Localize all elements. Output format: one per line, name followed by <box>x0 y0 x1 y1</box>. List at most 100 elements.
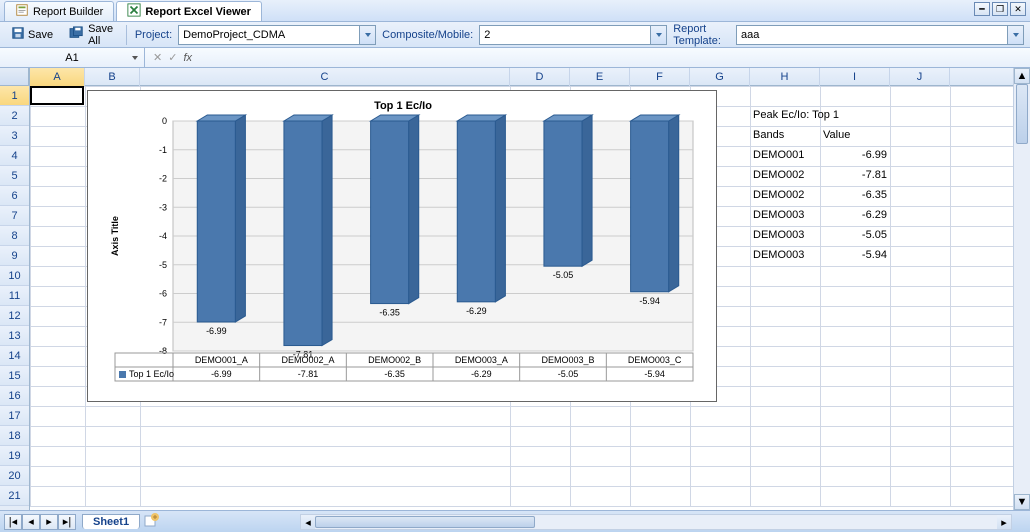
dropdown-arrow-icon[interactable] <box>650 26 666 44</box>
formula-input[interactable] <box>198 51 1030 65</box>
svg-text:-6: -6 <box>159 289 167 299</box>
svg-text:-3: -3 <box>159 202 167 212</box>
svg-text:0: 0 <box>162 116 167 126</box>
column-header[interactable]: G <box>690 68 750 86</box>
svg-text:DEMO002_A: DEMO002_A <box>281 355 334 365</box>
template-combo[interactable] <box>736 25 1024 45</box>
column-header[interactable]: H <box>750 68 820 86</box>
scroll-thumb[interactable] <box>315 516 535 528</box>
template-input[interactable] <box>737 26 1007 44</box>
row-header[interactable]: 12 <box>0 306 29 326</box>
column-headers: ABCDEFGHIJ <box>30 68 1013 86</box>
scroll-right-button[interactable]: ▸ <box>997 515 1011 529</box>
cell-value: -7.81 <box>823 169 887 181</box>
dropdown-arrow-icon[interactable] <box>1007 26 1023 44</box>
select-all-corner[interactable] <box>0 68 29 86</box>
column-header[interactable]: I <box>820 68 890 86</box>
horizontal-scrollbar[interactable]: ◂ ▸ <box>300 514 1012 530</box>
svg-text:DEMO002_B: DEMO002_B <box>368 355 421 365</box>
cancel-icon[interactable]: ✕ <box>153 51 162 64</box>
minimize-button[interactable]: ━ <box>974 2 990 16</box>
row-header[interactable]: 5 <box>0 166 29 186</box>
sheet-next-button[interactable]: ▸ <box>40 514 58 530</box>
row-header[interactable]: 17 <box>0 406 29 426</box>
insert-sheet-icon[interactable] <box>144 513 160 530</box>
scroll-up-button[interactable]: ▲ <box>1014 68 1030 84</box>
name-box[interactable]: A1 <box>0 48 145 67</box>
dropdown-arrow-icon[interactable] <box>359 26 375 44</box>
save-icon <box>11 26 25 43</box>
column-header[interactable]: C <box>140 68 510 86</box>
row-header[interactable]: 15 <box>0 366 29 386</box>
save-all-button[interactable]: Save All <box>64 20 118 50</box>
column-header[interactable]: A <box>30 68 85 86</box>
embedded-chart[interactable]: Top 1 Ec/Io0-1-2-3-4-5-6-7-8Axis Title-6… <box>87 90 717 402</box>
row-header[interactable]: 6 <box>0 186 29 206</box>
save-all-label: Save All <box>88 23 113 47</box>
sheet-tab[interactable]: Sheet1 <box>82 514 140 529</box>
status-bar: |◂ ◂ ▸ ▸| Sheet1 ◂ ▸ <box>0 510 1030 532</box>
row-header[interactable]: 9 <box>0 246 29 266</box>
row-header[interactable]: 7 <box>0 206 29 226</box>
row-header[interactable]: 13 <box>0 326 29 346</box>
svg-text:DEMO003_B: DEMO003_B <box>541 355 594 365</box>
sheet-prev-button[interactable]: ◂ <box>22 514 40 530</box>
sheet-tab-label: Sheet1 <box>93 516 129 528</box>
row-header[interactable]: 8 <box>0 226 29 246</box>
vertical-scrollbar[interactable]: ▲ ▼ <box>1013 68 1030 510</box>
save-all-icon <box>69 26 85 43</box>
row-header[interactable]: 14 <box>0 346 29 366</box>
scroll-thumb[interactable] <box>1016 84 1028 144</box>
row-header[interactable]: 3 <box>0 126 29 146</box>
project-combo[interactable] <box>178 25 376 45</box>
row-header[interactable]: 1 <box>0 86 29 106</box>
sheet-first-button[interactable]: |◂ <box>4 514 22 530</box>
cell-value: DEMO003 <box>753 249 817 261</box>
column-header[interactable]: D <box>510 68 570 86</box>
separator <box>126 25 127 45</box>
scroll-left-button[interactable]: ◂ <box>301 515 315 529</box>
toolbar: Save Save All Project: Composite/Mobile:… <box>0 22 1030 48</box>
fx-icon[interactable]: fx <box>183 52 192 64</box>
column-header[interactable]: B <box>85 68 140 86</box>
template-label: Report Template: <box>673 23 730 47</box>
row-header[interactable]: 4 <box>0 146 29 166</box>
close-button[interactable]: ✕ <box>1010 2 1026 16</box>
svg-text:DEMO003_A: DEMO003_A <box>455 355 508 365</box>
excel-icon <box>127 3 141 20</box>
row-header[interactable]: 10 <box>0 266 29 286</box>
cell-value: -5.94 <box>823 249 887 261</box>
column-header[interactable]: F <box>630 68 690 86</box>
maximize-button[interactable]: ❐ <box>992 2 1008 16</box>
row-header[interactable]: 20 <box>0 466 29 486</box>
row-header[interactable]: 19 <box>0 446 29 466</box>
svg-text:Top 1 Ec/Io: Top 1 Ec/Io <box>129 369 174 379</box>
project-input[interactable] <box>179 26 359 44</box>
scroll-down-button[interactable]: ▼ <box>1014 494 1030 510</box>
cell-value: DEMO001 <box>753 149 817 161</box>
svg-text:-4: -4 <box>159 231 167 241</box>
enter-icon[interactable]: ✓ <box>168 51 177 64</box>
save-button[interactable]: Save <box>6 23 58 46</box>
tab-report-builder[interactable]: Report Builder <box>4 1 114 21</box>
column-header[interactable]: E <box>570 68 630 86</box>
row-header[interactable]: 11 <box>0 286 29 306</box>
svg-text:-6.29: -6.29 <box>471 369 492 379</box>
dropdown-arrow-icon[interactable] <box>128 51 142 65</box>
svg-text:DEMO001_A: DEMO001_A <box>195 355 248 365</box>
row-header[interactable]: 16 <box>0 386 29 406</box>
row-header[interactable]: 2 <box>0 106 29 126</box>
column-header[interactable]: J <box>890 68 950 86</box>
row-header[interactable]: 21 <box>0 486 29 506</box>
svg-text:-6.35: -6.35 <box>379 308 400 318</box>
svg-text:-7: -7 <box>159 317 167 327</box>
row-header[interactable]: 18 <box>0 426 29 446</box>
composite-input[interactable] <box>480 26 650 44</box>
composite-combo[interactable] <box>479 25 667 45</box>
svg-text:DEMO003_C: DEMO003_C <box>628 355 682 365</box>
sheet-last-button[interactable]: ▸| <box>58 514 76 530</box>
svg-text:-5: -5 <box>159 260 167 270</box>
cells-area[interactable]: ABCDEFGHIJ Peak Ec/Io: Top 1BandsValueDE… <box>30 68 1013 510</box>
tab-report-excel-viewer[interactable]: Report Excel Viewer <box>116 1 262 21</box>
window-buttons: ━ ❐ ✕ <box>974 2 1026 16</box>
